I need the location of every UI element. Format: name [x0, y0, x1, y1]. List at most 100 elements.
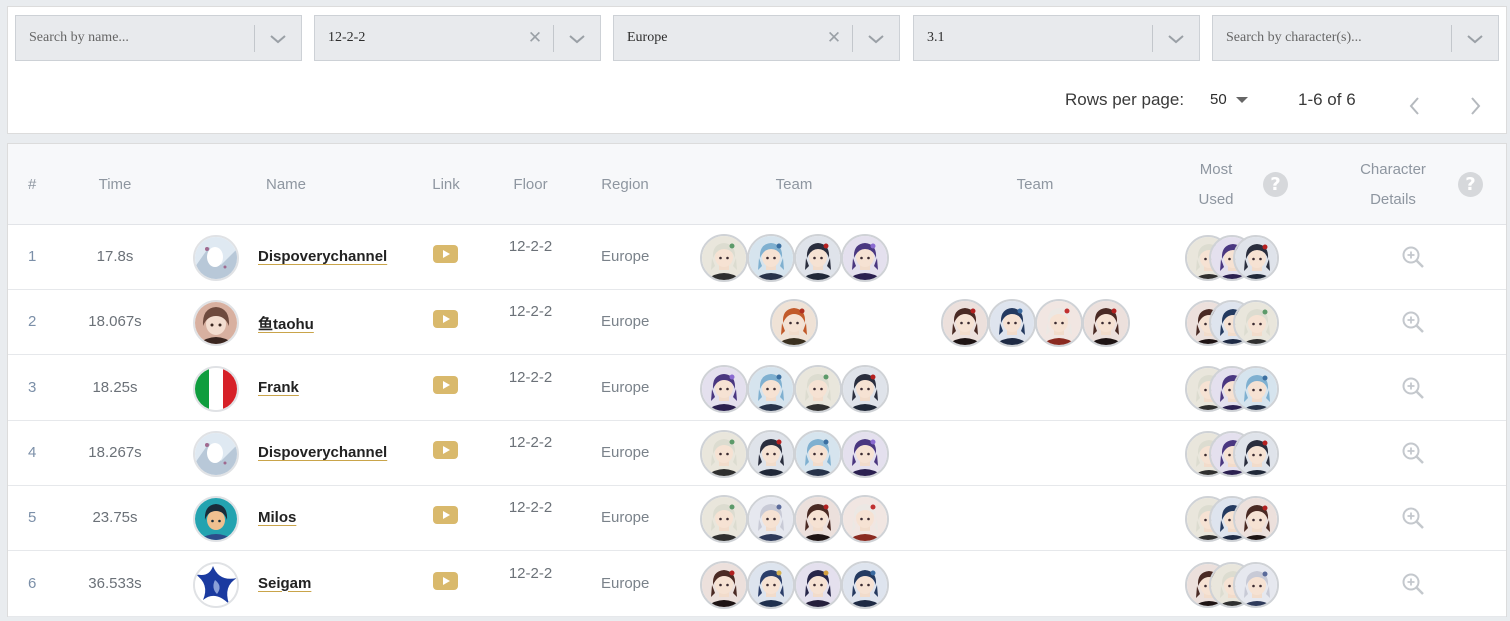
filter-select-5[interactable]: Search by character(s)...: [1212, 15, 1499, 61]
chevron-down-icon[interactable]: [267, 29, 289, 49]
team2-character-kazuha[interactable]: [1034, 299, 1083, 348]
table-row: 2 18.067s 鱼taohu 12-2-2 Europe: [8, 290, 1506, 356]
most-used-character-eula[interactable]: [1233, 365, 1279, 412]
team1-character-raiden[interactable]: [699, 364, 748, 413]
zoom-in-icon[interactable]: [1401, 245, 1426, 270]
team1-character-alhaitham[interactable]: [699, 234, 748, 282]
filter-panel: Search by name... 12-2-2 ✕ Europe ✕ 3.1 Search…: [7, 6, 1507, 134]
team1-character-xiao[interactable]: [793, 234, 842, 282]
player-name-link[interactable]: Seigam: [258, 575, 311, 592]
clear-icon[interactable]: ✕: [824, 28, 844, 48]
most-used-character-ayaka[interactable]: [1233, 561, 1279, 608]
avatar: [193, 300, 239, 347]
rows-per-page-label: Rows per page:: [1065, 90, 1185, 109]
team1-character-alhaitham[interactable]: [793, 364, 842, 413]
time-cell: 36.533s: [88, 574, 142, 592]
team1-character-kazuha[interactable]: [840, 495, 889, 544]
rows-per-page-select[interactable]: 50: [1210, 89, 1260, 113]
team2-character-hutao[interactable]: [940, 299, 989, 348]
chevron-down-icon[interactable]: [1165, 29, 1187, 49]
team1-character-hutao[interactable]: [793, 495, 842, 544]
region-cell: Europe: [601, 509, 650, 527]
avatar: [193, 561, 239, 608]
filter-select-3[interactable]: Europe ✕: [613, 15, 900, 61]
zoom-in-icon[interactable]: [1401, 441, 1426, 466]
filter-select-4[interactable]: 3.1: [913, 15, 1200, 61]
youtube-icon[interactable]: [433, 310, 458, 329]
most-used-character-xiao[interactable]: [1233, 430, 1279, 477]
player-name-link[interactable]: Dispoverychannel: [258, 248, 387, 265]
divider: [1152, 25, 1153, 52]
header-details-line1: Character: [1360, 161, 1426, 178]
youtube-icon[interactable]: [433, 571, 458, 590]
region-cell: Europe: [601, 378, 650, 396]
region-cell: Europe: [601, 574, 650, 592]
team1-character-hutao[interactable]: [699, 560, 748, 609]
zoom-in-icon[interactable]: [1401, 572, 1426, 597]
team2-character-yelan[interactable]: [987, 299, 1036, 348]
time-cell: 23.75s: [92, 509, 138, 527]
player-name-link[interactable]: Milos: [258, 509, 296, 526]
filter-value: 12-2-2: [328, 30, 366, 45]
team1-character-raiden[interactable]: [840, 234, 889, 282]
team1-character-eula[interactable]: [793, 429, 842, 478]
caret-down-icon: [1236, 97, 1248, 103]
chevron-down-icon[interactable]: [566, 29, 588, 49]
player-name-link[interactable]: Frank: [258, 379, 299, 396]
team2-character-hutao[interactable]: [1081, 299, 1130, 348]
team1-character-raiden[interactable]: [840, 429, 889, 478]
help-icon[interactable]: ?: [1458, 172, 1483, 197]
divider: [1451, 25, 1452, 52]
header-floor: Floor: [513, 176, 548, 193]
table-row: 4 18.267s Dispoverychannel 12-2-2 Europe: [8, 421, 1506, 486]
floor-cell: 12-2-2: [508, 303, 553, 321]
team1-character-ayaka[interactable]: [746, 495, 795, 544]
header-rank: #: [28, 176, 37, 193]
team1-character-alhaitham[interactable]: [699, 429, 748, 478]
most-used-character-xiao[interactable]: [1233, 235, 1279, 281]
team1-character-xingqiu[interactable]: [746, 560, 795, 609]
player-name-link[interactable]: Dispoverychannel: [258, 444, 387, 461]
chevron-down-icon[interactable]: [865, 29, 887, 49]
team1-character-eula[interactable]: [746, 364, 795, 413]
youtube-icon[interactable]: [433, 506, 458, 525]
player-name-link[interactable]: 鱼taohu: [258, 313, 314, 334]
filter-value: Europe: [627, 30, 668, 45]
time-cell: 18.267s: [88, 443, 142, 461]
team1-character-xiao[interactable]: [840, 364, 889, 413]
youtube-icon[interactable]: [433, 245, 458, 263]
youtube-icon[interactable]: [433, 440, 458, 459]
next-page-button[interactable]: [1464, 93, 1486, 119]
youtube-icon[interactable]: [433, 375, 458, 394]
region-cell: Europe: [601, 443, 650, 461]
chevron-left-icon: [1409, 97, 1419, 115]
rank-cell: 3: [28, 378, 37, 396]
zoom-in-icon[interactable]: [1401, 376, 1426, 401]
team1-character-alhaitham[interactable]: [699, 495, 748, 544]
rank-cell: 5: [28, 509, 37, 527]
avatar: [193, 496, 239, 543]
team1-character-tartaglia[interactable]: [770, 299, 818, 348]
team1-character-mona[interactable]: [793, 560, 842, 609]
header-time: Time: [98, 176, 132, 193]
divider: [553, 25, 554, 52]
previous-page-button[interactable]: [1404, 93, 1426, 119]
rank-cell: 1: [28, 248, 37, 265]
filter-select-2[interactable]: 12-2-2 ✕: [314, 15, 601, 61]
zoom-in-icon[interactable]: [1401, 310, 1426, 335]
time-cell: 17.8s: [96, 248, 134, 265]
most-used-character-alhaitham[interactable]: [1233, 300, 1279, 347]
avatar: [193, 235, 239, 281]
help-icon[interactable]: ?: [1263, 172, 1288, 197]
filter-placeholder: Search by name...: [29, 30, 129, 45]
zoom-in-icon[interactable]: [1401, 506, 1426, 531]
floor-cell: 12-2-2: [508, 499, 553, 517]
filter-select-1[interactable]: Search by name...: [15, 15, 302, 61]
chevron-down-icon[interactable]: [1464, 29, 1486, 49]
clear-icon[interactable]: ✕: [525, 28, 545, 48]
most-used-character-hutao[interactable]: [1233, 496, 1279, 543]
team1-character-xiao[interactable]: [746, 429, 795, 478]
team1-character-yelan[interactable]: [840, 560, 889, 609]
table-row: 1 17.8s Dispoverychannel 12-2-2 Europe: [8, 225, 1506, 290]
team1-character-eula[interactable]: [746, 234, 795, 282]
